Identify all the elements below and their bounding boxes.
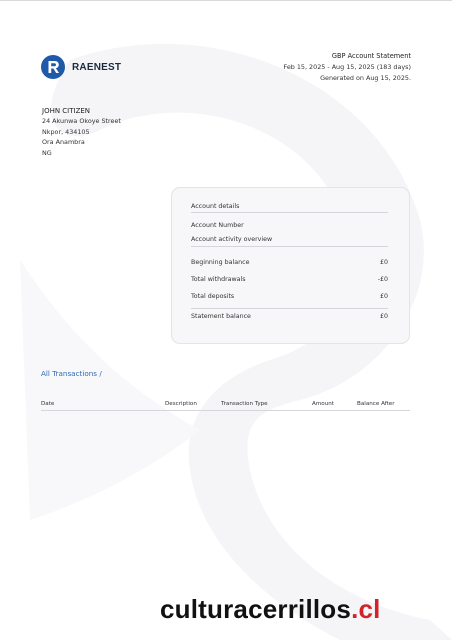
address-line: Nkpor, 434105 <box>42 127 90 136</box>
account-number-label: Account Number <box>191 222 244 229</box>
website-name: culturacerrillos <box>160 594 352 624</box>
brand-logo: RAENEST <box>41 55 121 79</box>
table-header-divider <box>41 410 410 411</box>
website-dot: . <box>351 594 359 624</box>
summary-value: £0 <box>379 313 388 320</box>
divider <box>191 212 388 213</box>
summary-label: Total deposits <box>191 293 235 300</box>
column-header-amount: Amount <box>312 401 334 407</box>
website-tld: cl <box>358 594 381 624</box>
summary-value: £0 <box>379 293 388 300</box>
summary-row-total-deposits: Total deposits £0 <box>191 293 388 300</box>
website-watermark: culturacerrillos.cl <box>160 594 381 624</box>
statement-period: Feb 15, 2025 - Aug 15, 2025 (183 days) <box>283 63 411 71</box>
customer-address-block: JOHN CITIZEN 24 Akunwa Okoye Street Nkpo… <box>42 106 121 158</box>
raenest-logo-icon <box>41 55 65 79</box>
statement-header: GBP Account Statement Feb 15, 2025 - Aug… <box>284 51 411 84</box>
statement-generated-date: Generated on Aug 15, 2025. <box>320 74 411 82</box>
statement-title: GBP Account Statement <box>331 52 411 60</box>
summary-label: Beginning balance <box>191 259 250 266</box>
column-header-transaction-type: Transaction Type <box>221 401 268 407</box>
column-header-description: Description <box>165 401 197 407</box>
column-header-balance-after: Balance After <box>357 401 395 407</box>
customer-name: JOHN CITIZEN <box>42 107 91 115</box>
account-details-heading: Account details <box>191 203 240 210</box>
all-transactions-link[interactable]: All Transactions / <box>41 369 102 378</box>
summary-value: £0 <box>379 259 388 266</box>
account-overview-label: Account activity overview <box>191 236 273 243</box>
summary-label: Statement balance <box>191 313 251 320</box>
divider <box>191 246 388 247</box>
summary-row-statement-balance: Statement balance £0 <box>191 313 388 320</box>
address-line: NG <box>42 148 52 157</box>
summary-label: Total withdrawals <box>191 276 246 283</box>
summary-value: -£0 <box>377 276 388 283</box>
brand-name: RAENEST <box>72 61 122 73</box>
address-line: 24 Akunwa Okoye Street <box>42 117 121 125</box>
summary-row-total-withdrawals: Total withdrawals -£0 <box>191 276 388 283</box>
address-line: Ora Anambra <box>42 138 85 147</box>
account-details-card: Account details Account Number Account a… <box>171 187 410 344</box>
summary-row-beginning-balance: Beginning balance £0 <box>191 259 388 266</box>
transactions-table-header: Date Description Transaction Type Amount… <box>41 401 410 411</box>
column-header-date: Date <box>41 401 55 407</box>
divider <box>191 308 388 309</box>
